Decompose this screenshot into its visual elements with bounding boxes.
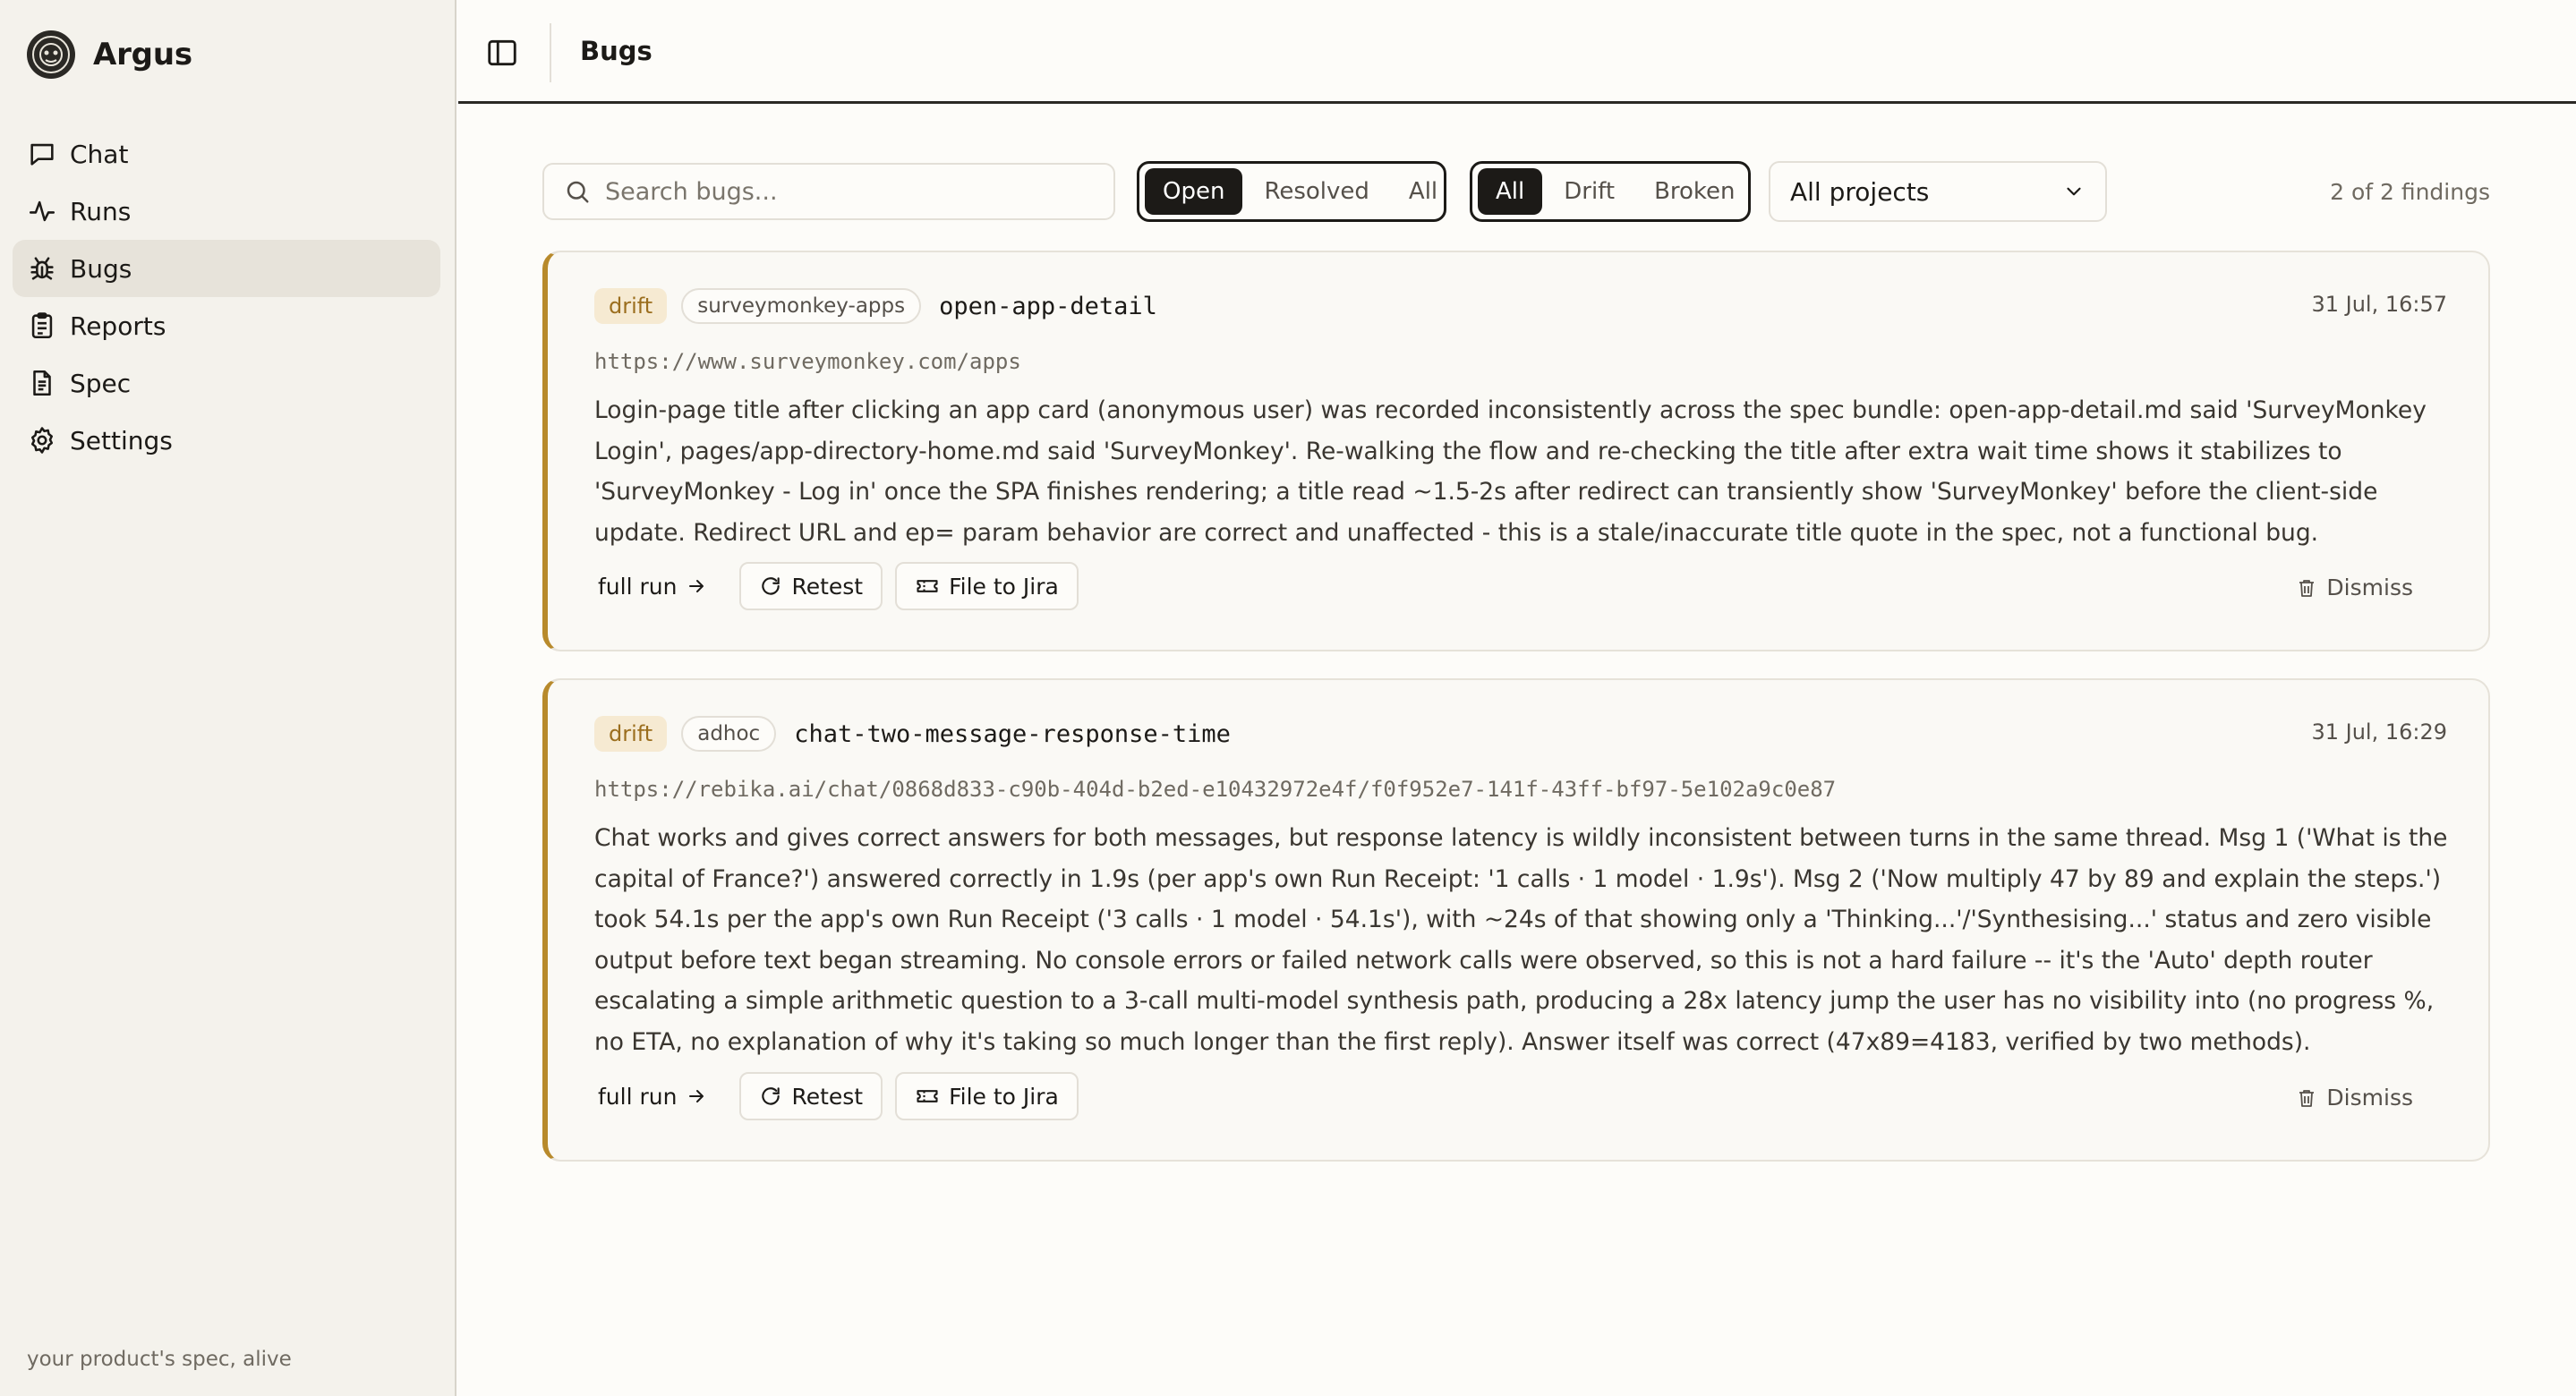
refresh-icon [762,577,780,595]
project-select-value: All projects [1790,176,1930,207]
bug-card: drift surveymonkey-apps open-app-detail … [542,251,2490,651]
arrow-right-icon [689,580,704,592]
retest-label: Retest [791,1083,864,1110]
message-square-icon [30,143,54,166]
file-text-icon [33,370,51,396]
status-filter-all[interactable]: All [1391,168,1455,215]
bug-description: Chat works and gives correct answers for… [594,824,2448,1056]
project-select[interactable]: All projects [1769,161,2107,222]
search-input[interactable] [605,177,1106,206]
header-divider [550,23,551,82]
search-box[interactable] [542,163,1115,220]
type-filter-drift[interactable]: Drift [1546,168,1633,215]
status-filter: Open Resolved All [1137,161,1446,222]
file-to-jira-button[interactable]: File to Jira [895,562,1079,610]
activity-icon [29,200,55,222]
dismiss-button[interactable]: Dismiss [2296,1085,2413,1111]
type-filter-broken[interactable]: Broken [1636,168,1753,215]
bug-timestamp: 31 Jul, 16:57 [2311,292,2447,317]
refresh-icon [762,1087,780,1105]
filter-toolbar: Open Resolved All All Drift Broken All p… [542,161,2490,222]
type-filter: All Drift Broken [1470,161,1751,222]
bug-icon [30,257,54,280]
bug-actions: full run Retest File to Jira [594,1072,1079,1120]
sidebar-item-label: Bugs [70,253,132,284]
trash-icon [2299,579,2315,597]
sidebar-tagline: your product's spec, alive [27,1348,292,1371]
trash-icon [2299,1089,2315,1107]
sidebar-item-label: Reports [70,311,166,341]
status-filter-resolved[interactable]: Resolved [1246,168,1386,215]
full-run-label: full run [598,1083,678,1110]
file-to-jira-button[interactable]: File to Jira [895,1072,1079,1120]
bug-url: https://www.surveymonkey.com/apps [594,349,1021,374]
type-badge: drift [594,716,668,752]
findings-count: 2 of 2 findings [2330,179,2490,205]
project-badge: surveymonkey-apps [681,288,922,324]
ticket-icon [917,580,938,592]
chevron-down-icon [2067,187,2081,196]
bug-description: Login-page title after clicking an app c… [594,396,2427,547]
arrow-right-icon [689,1090,704,1102]
sidebar-item-reports[interactable]: Reports [13,297,440,354]
brand[interactable]: Argus [27,30,192,79]
bug-card-header: drift surveymonkey-apps open-app-detail [594,288,1157,324]
clipboard-icon [31,312,53,339]
sidebar: Argus Chat Runs Bugs Reports Spec Settin… [0,0,456,1396]
sidebar-item-runs[interactable]: Runs [13,183,440,240]
bug-url: https://rebika.ai/chat/0868d833-c90b-404… [594,777,1837,802]
sidebar-item-label: Settings [70,425,173,455]
dismiss-label: Dismiss [2326,575,2413,600]
full-run-link[interactable]: full run [594,574,711,600]
sidebar-item-label: Spec [70,368,132,398]
sidebar-item-spec[interactable]: Spec [13,354,440,412]
sidebar-item-chat[interactable]: Chat [13,125,440,183]
bug-timestamp: 31 Jul, 16:29 [2311,719,2447,745]
test-name: open-app-detail [939,292,1157,320]
retest-label: Retest [791,573,864,600]
file-to-jira-label: File to Jira [949,573,1059,600]
brand-name: Argus [93,37,192,72]
bug-actions: full run Retest File to Jira [594,562,1079,610]
sidebar-item-label: Runs [70,196,132,226]
test-name: chat-two-message-response-time [794,719,1231,748]
project-badge: adhoc [681,716,777,752]
sidebar-item-bugs[interactable]: Bugs [13,240,440,297]
type-badge: drift [594,288,668,324]
retest-button[interactable]: Retest [739,1072,883,1120]
sidebar-toggle-icon[interactable] [485,36,519,70]
status-filter-open[interactable]: Open [1145,168,1243,215]
retest-button[interactable]: Retest [739,562,883,610]
type-filter-all[interactable]: All [1478,168,1543,215]
full-run-link[interactable]: full run [594,1084,711,1110]
dismiss-button[interactable]: Dismiss [2296,575,2413,600]
dismiss-label: Dismiss [2326,1085,2413,1111]
full-run-label: full run [598,573,678,600]
sidebar-item-label: Chat [70,139,129,169]
file-to-jira-label: File to Jira [949,1083,1059,1110]
search-icon [567,181,589,203]
page-title: Bugs [580,36,653,66]
bug-card-header: drift adhoc chat-two-message-response-ti… [594,716,1231,752]
gear-icon [30,427,54,454]
page-header: Bugs [458,0,2576,104]
argus-logo-icon [27,30,75,79]
bug-card: drift adhoc chat-two-message-response-ti… [542,678,2490,1162]
ticket-icon [917,1090,938,1102]
sidebar-item-settings[interactable]: Settings [13,412,440,469]
sidebar-nav: Chat Runs Bugs Reports Spec Settings [13,125,440,469]
